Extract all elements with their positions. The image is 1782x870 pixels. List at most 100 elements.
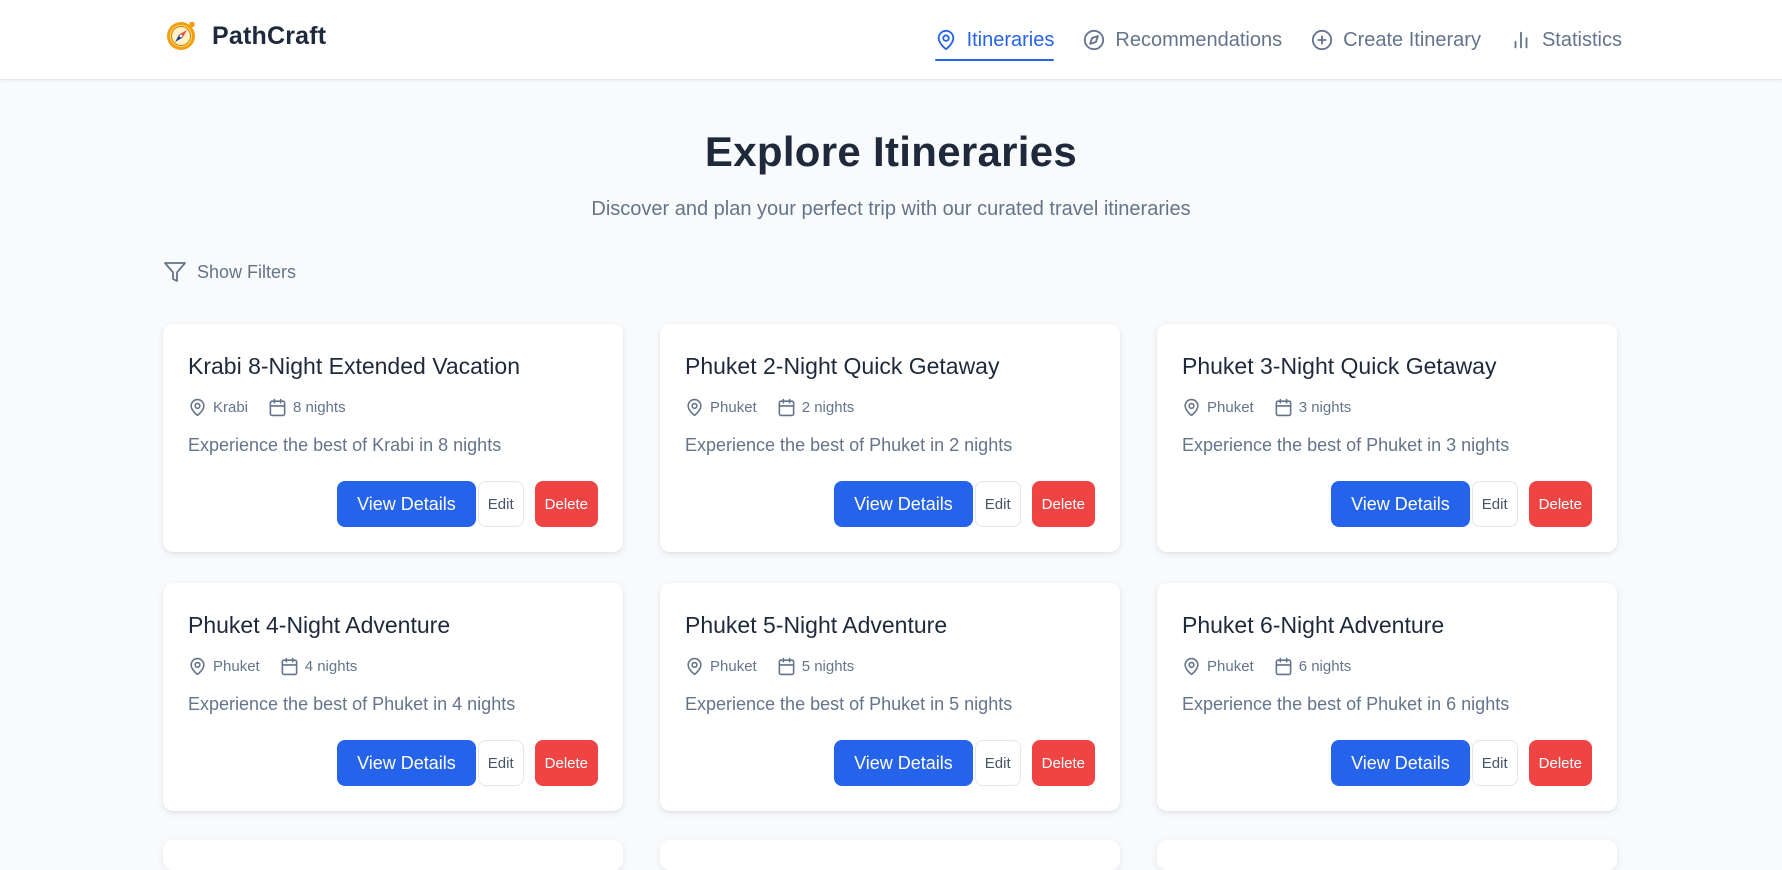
itinerary-duration: 6 nights bbox=[1274, 657, 1352, 676]
next-row-cards bbox=[163, 840, 1623, 870]
calendar-icon bbox=[778, 657, 795, 675]
itinerary-duration-text: 6 nights bbox=[1298, 657, 1352, 675]
nav-recommendations-label: Recommendations bbox=[1115, 28, 1283, 51]
compass-logo-icon bbox=[167, 22, 195, 50]
map-pin-icon bbox=[190, 657, 205, 675]
itinerary-location-text: Krabi bbox=[213, 398, 249, 416]
itinerary-title: Phuket 4-Night Adventure bbox=[188, 612, 451, 638]
map-pin-icon bbox=[190, 398, 205, 416]
delete-button[interactable]: Delete bbox=[1528, 740, 1592, 786]
calendar-icon bbox=[269, 398, 286, 416]
itinerary-duration-text: 5 nights bbox=[801, 657, 855, 675]
brand[interactable]: PathCraft bbox=[164, 18, 326, 54]
itinerary-description: Experience the best of Krabi in 8 nights bbox=[188, 435, 502, 455]
map-pin-icon bbox=[937, 29, 954, 51]
itinerary-card: Phuket 6-Night Adventure Phuket 6 nights… bbox=[1157, 583, 1617, 811]
itinerary-location-text: Phuket bbox=[1207, 398, 1254, 416]
nav-statistics-label: Statistics bbox=[1541, 28, 1622, 51]
itinerary-title: Phuket 6-Night Adventure bbox=[1182, 612, 1445, 638]
nav-itineraries[interactable]: Itineraries bbox=[934, 20, 1054, 61]
card-actions: View Details Edit Delete bbox=[834, 481, 1095, 527]
itinerary-title: Krabi 8-Night Extended Vacation bbox=[188, 353, 520, 379]
hero: Explore Itineraries Discover and plan yo… bbox=[0, 124, 1782, 222]
itinerary-meta: Krabi 8 nights bbox=[188, 397, 598, 417]
card-actions: View Details Edit Delete bbox=[337, 481, 598, 527]
edit-button[interactable]: Edit bbox=[1471, 740, 1518, 786]
itinerary-location: Phuket bbox=[1182, 398, 1254, 417]
itinerary-meta: Phuket 6 nights bbox=[1182, 656, 1592, 676]
view-details-button[interactable]: View Details bbox=[337, 481, 476, 527]
edit-button[interactable]: Edit bbox=[1471, 481, 1518, 527]
itinerary-location: Phuket bbox=[685, 398, 757, 417]
itinerary-description: Experience the best of Phuket in 2 night… bbox=[685, 435, 1013, 455]
itinerary-location-text: Phuket bbox=[710, 657, 757, 675]
nav-create-itinerary-label: Create Itinerary bbox=[1343, 28, 1481, 51]
delete-button[interactable]: Delete bbox=[1528, 481, 1592, 527]
map-pin-icon bbox=[687, 657, 702, 675]
bar-chart-icon bbox=[1514, 31, 1528, 49]
edit-button[interactable]: Edit bbox=[477, 740, 524, 786]
show-filters-label: Show Filters bbox=[197, 261, 297, 282]
edit-button[interactable]: Edit bbox=[974, 481, 1021, 527]
itinerary-card: Krabi 8-Night Extended Vacation Krabi 8 … bbox=[163, 324, 623, 552]
view-details-button[interactable]: View Details bbox=[1331, 740, 1470, 786]
itinerary-title: Phuket 2-Night Quick Getaway bbox=[685, 353, 1000, 379]
itinerary-title: Phuket 5-Night Adventure bbox=[685, 612, 948, 638]
itinerary-location: Phuket bbox=[1182, 657, 1254, 676]
itinerary-card: Phuket 5-Night Adventure Phuket 5 nights… bbox=[660, 583, 1120, 811]
itinerary-location-text: Phuket bbox=[1207, 657, 1254, 675]
brand-name: PathCraft bbox=[212, 21, 327, 50]
itinerary-location: Phuket bbox=[685, 657, 757, 676]
itinerary-location: Krabi bbox=[188, 398, 248, 417]
calendar-icon bbox=[1275, 657, 1292, 675]
itinerary-duration: 2 nights bbox=[777, 398, 855, 417]
delete-button[interactable]: Delete bbox=[1031, 740, 1095, 786]
nav-statistics[interactable]: Statistics bbox=[1510, 20, 1622, 60]
itinerary-location: Phuket bbox=[188, 657, 260, 676]
itinerary-duration: 5 nights bbox=[777, 657, 855, 676]
delete-button[interactable]: Delete bbox=[534, 740, 598, 786]
itinerary-duration-text: 2 nights bbox=[801, 398, 855, 416]
view-details-button[interactable]: View Details bbox=[834, 481, 973, 527]
itinerary-description: Experience the best of Phuket in 6 night… bbox=[1182, 694, 1510, 714]
itinerary-description: Experience the best of Phuket in 3 night… bbox=[1182, 435, 1510, 455]
itinerary-grid: Krabi 8-Night Extended Vacation Krabi 8 … bbox=[163, 324, 1623, 811]
itinerary-description: Experience the best of Phuket in 5 night… bbox=[685, 694, 1013, 714]
calendar-icon bbox=[1275, 398, 1292, 416]
nav-recommendations[interactable]: Recommendations bbox=[1083, 20, 1282, 60]
itinerary-duration-text: 8 nights bbox=[293, 398, 346, 416]
top-navbar: PathCraft Itineraries Recommendations Cr… bbox=[0, 0, 1782, 80]
card-actions: View Details Edit Delete bbox=[337, 740, 598, 786]
itinerary-card-partial bbox=[163, 840, 623, 870]
itinerary-duration-text: 4 nights bbox=[304, 657, 358, 675]
itinerary-card-partial bbox=[1157, 840, 1617, 870]
main-nav: Itineraries Recommendations Create Itine… bbox=[934, 0, 1622, 80]
filter-icon bbox=[164, 262, 186, 282]
card-actions: View Details Edit Delete bbox=[1331, 481, 1592, 527]
compass-icon bbox=[1084, 29, 1105, 51]
view-details-button[interactable]: View Details bbox=[337, 740, 476, 786]
edit-button[interactable]: Edit bbox=[477, 481, 524, 527]
itinerary-description: Experience the best of Phuket in 4 night… bbox=[188, 694, 516, 714]
edit-button[interactable]: Edit bbox=[974, 740, 1021, 786]
show-filters-button[interactable]: Show Filters bbox=[163, 259, 296, 285]
card-actions: View Details Edit Delete bbox=[1331, 740, 1592, 786]
itinerary-location-text: Phuket bbox=[710, 398, 757, 416]
calendar-icon bbox=[778, 398, 795, 416]
map-pin-icon bbox=[1184, 657, 1199, 675]
itinerary-meta: Phuket 5 nights bbox=[685, 656, 1095, 676]
delete-button[interactable]: Delete bbox=[1031, 481, 1095, 527]
itinerary-duration: 3 nights bbox=[1274, 398, 1352, 417]
itinerary-duration: 4 nights bbox=[280, 657, 358, 676]
view-details-button[interactable]: View Details bbox=[834, 740, 973, 786]
view-details-button[interactable]: View Details bbox=[1331, 481, 1470, 527]
page-subtitle: Discover and plan your perfect trip with… bbox=[591, 198, 1191, 220]
itinerary-duration-text: 3 nights bbox=[1298, 398, 1352, 416]
itinerary-card: Phuket 2-Night Quick Getaway Phuket 2 ni… bbox=[660, 324, 1120, 552]
map-pin-icon bbox=[1184, 398, 1199, 416]
itinerary-meta: Phuket 4 nights bbox=[188, 656, 598, 676]
itinerary-location-text: Phuket bbox=[213, 657, 260, 675]
itinerary-card: Phuket 3-Night Quick Getaway Phuket 3 ni… bbox=[1157, 324, 1617, 552]
delete-button[interactable]: Delete bbox=[534, 481, 598, 527]
nav-create-itinerary[interactable]: Create Itinerary bbox=[1311, 20, 1481, 60]
